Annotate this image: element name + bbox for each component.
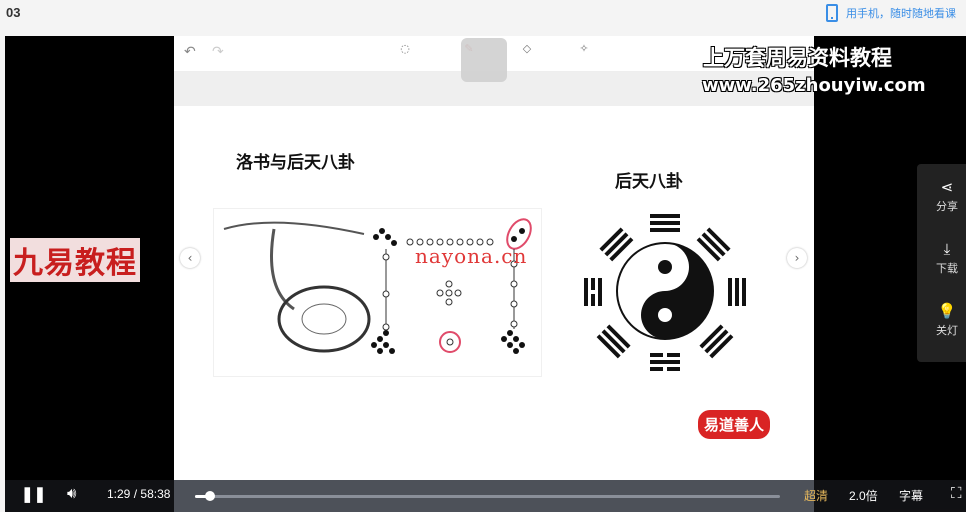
- side-menu: ⋖ 分享 ⤓ 下载 💡 关灯: [917, 164, 966, 362]
- top-bar: 03 用手机，随时随地看课: [0, 0, 966, 36]
- control-bar: ❚❚ 🔊︎ 1:29 / 58:38 超清 2.0倍 字幕 ⛶: [5, 480, 966, 512]
- subtitle-button[interactable]: 字幕: [899, 487, 923, 504]
- duration: 58:38: [140, 487, 171, 501]
- download-button[interactable]: ⤓ 下载: [917, 226, 966, 288]
- fullscreen-icon[interactable]: ⛶: [951, 485, 962, 502]
- lightbulb-icon: 💡: [937, 302, 957, 320]
- volume-icon[interactable]: 🔊︎: [67, 485, 76, 502]
- current-time: 1:29: [107, 487, 131, 501]
- bagua-image: [580, 208, 750, 375]
- background-tool-icon: ◌: [400, 42, 410, 55]
- luoshu-image: [213, 208, 542, 377]
- time-separator: /: [133, 487, 138, 501]
- share-button[interactable]: ⋖ 分享: [917, 164, 966, 226]
- mobile-text: 用手机，随时随地看课: [846, 7, 956, 20]
- next-slide-button[interactable]: ›: [787, 248, 807, 268]
- episode-title: 03: [6, 5, 21, 20]
- eraser-tool-icon: ◇: [522, 42, 532, 55]
- download-icon: ⤓: [943, 240, 951, 258]
- overlay-line1: 上万套周易资料教程: [703, 46, 892, 70]
- undo-icon: ↶: [184, 44, 196, 60]
- progress-handle[interactable]: [204, 491, 215, 501]
- video-player[interactable]: ↶ ↷ ◌ ✎ ◇ ✧ 洛书与后天八卦 后天八卦: [5, 36, 966, 512]
- overlay-logo-left: 九易教程: [10, 238, 140, 282]
- pause-button[interactable]: ❚❚: [21, 485, 46, 503]
- share-icon: ⋖: [940, 178, 954, 196]
- lights-off-button[interactable]: 💡 关灯: [917, 288, 966, 350]
- phone-icon: [826, 4, 838, 22]
- slide-title-left: 洛书与后天八卦: [236, 153, 355, 173]
- mobile-watch-link[interactable]: 用手机，随时随地看课: [826, 4, 956, 22]
- prev-slide-button[interactable]: ‹: [180, 248, 200, 268]
- clear-tool-icon: ✧: [579, 42, 589, 55]
- share-label: 分享: [936, 200, 958, 213]
- stamp-seal: 易道善人: [698, 410, 771, 439]
- progress-bar[interactable]: [195, 491, 780, 501]
- time-display: 1:29 / 58:38: [107, 487, 170, 501]
- center-play-button[interactable]: [461, 38, 507, 82]
- video-slide: ↶ ↷ ◌ ✎ ◇ ✧ 洛书与后天八卦 后天八卦: [174, 36, 814, 480]
- quality-button[interactable]: 超清: [804, 487, 828, 504]
- overlay-line2: www.265zhouyiw.com: [702, 75, 926, 96]
- redo-icon: ↷: [212, 44, 224, 60]
- lights-off-label: 关灯: [936, 324, 958, 337]
- speed-button[interactable]: 2.0倍: [849, 487, 878, 504]
- slide-title-right: 后天八卦: [615, 172, 683, 192]
- watermark-text: nayona.cn: [415, 244, 528, 268]
- download-label: 下载: [936, 262, 958, 275]
